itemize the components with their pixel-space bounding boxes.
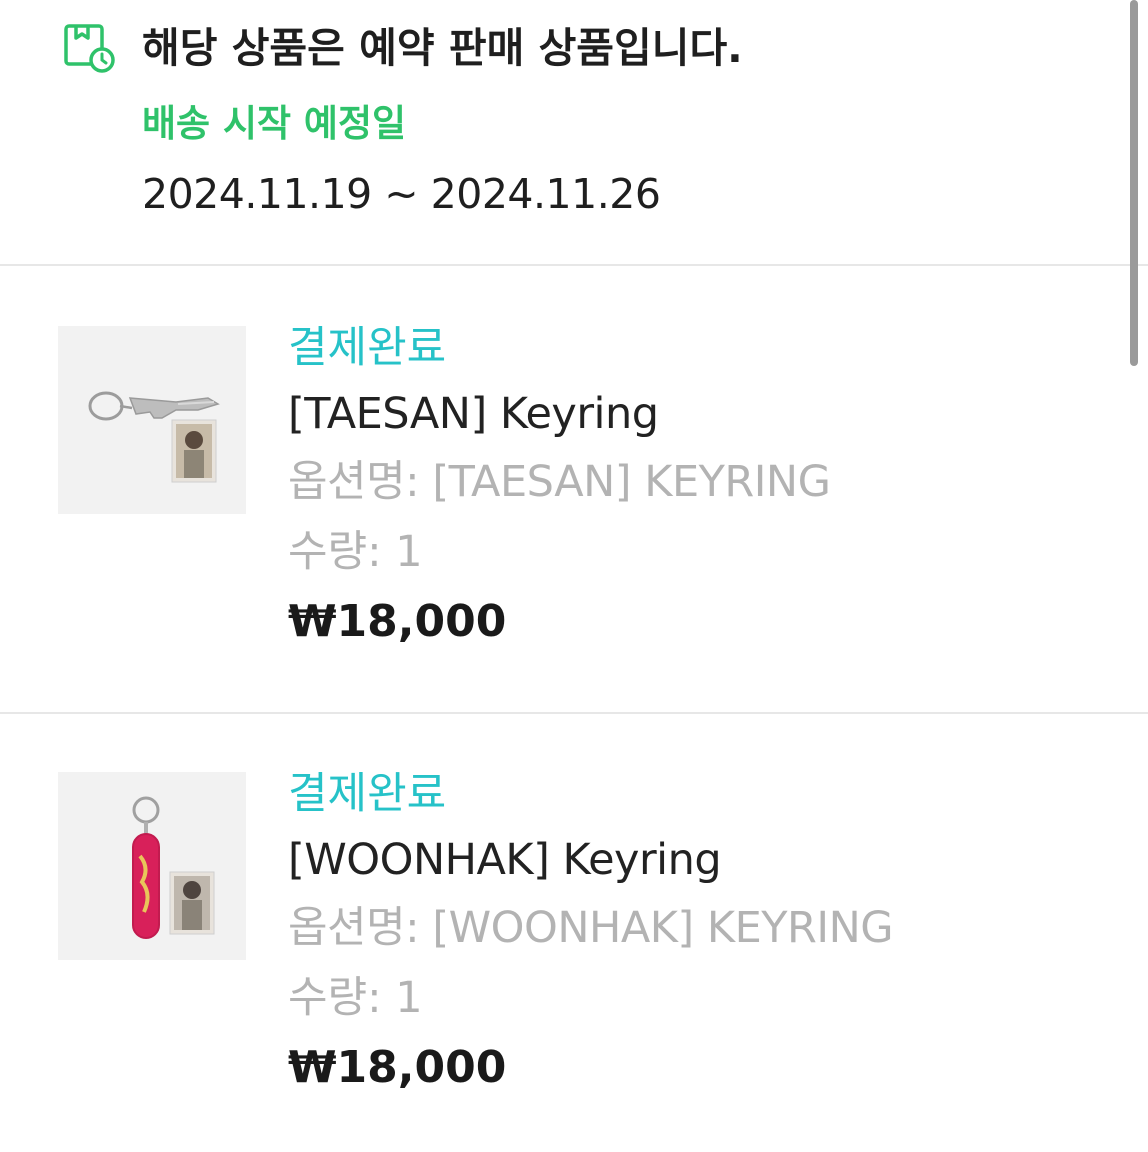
product-thumbnail[interactable] [58, 772, 246, 960]
product-quantity: 수량: 1 [288, 527, 423, 577]
product-price: ₩18,000 [288, 1042, 507, 1093]
product-name[interactable]: [WOONHAK] Keyring [288, 832, 722, 888]
shipping-date-range: 2024.11.19 ~ 2024.11.26 [142, 170, 661, 218]
product-option: 옵션명: [TAESAN] KEYRING [288, 457, 831, 507]
product-name[interactable]: [TAESAN] Keyring [288, 386, 659, 442]
product-thumbnail[interactable] [58, 326, 246, 514]
payment-status: 결제완료 [288, 769, 447, 819]
keyring-hand-photo-image [58, 326, 246, 514]
shipping-start-label: 배송 시작 예정일 [142, 102, 407, 145]
section-divider [0, 264, 1148, 266]
delivery-box-clock-icon [62, 20, 118, 76]
product-price: ₩18,000 [288, 596, 507, 647]
scrollbar[interactable] [1130, 0, 1138, 366]
section-divider [0, 712, 1148, 714]
notice-title: 해당 상품은 예약 판매 상품입니다. [142, 24, 743, 72]
order-item[interactable]: 결제완료 [TAESAN] Keyring 옵션명: [TAESAN] KEYR… [0, 323, 1148, 706]
payment-status: 결제완료 [288, 323, 447, 373]
preorder-notice: 해당 상품은 예약 판매 상품입니다. 배송 시작 예정일 2024.11.19… [0, 0, 1148, 264]
keyring-skateboard-photo-image [58, 772, 246, 960]
product-quantity: 수량: 1 [288, 973, 423, 1023]
product-option: 옵션명: [WOONHAK] KEYRING [288, 903, 894, 953]
order-item[interactable]: 결제완료 [WOONHAK] Keyring 옵션명: [WOONHAK] KE… [0, 769, 1148, 1152]
